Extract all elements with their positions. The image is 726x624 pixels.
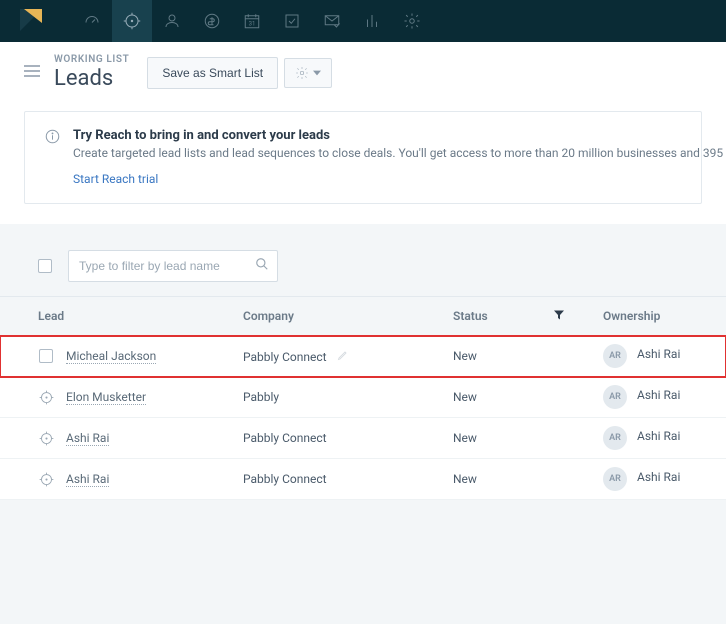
row-checkbox[interactable] xyxy=(38,348,54,364)
column-header-status-label: Status xyxy=(453,309,488,323)
table-row[interactable]: Ashi Rai Pabbly Connect New AR Ashi Rai xyxy=(0,418,726,459)
nav-calendar-icon[interactable]: 31 xyxy=(232,0,272,42)
chevron-down-icon xyxy=(313,69,321,77)
edit-pencil-icon[interactable] xyxy=(337,350,349,364)
nav-leads-icon[interactable] xyxy=(112,0,152,42)
lead-name-link[interactable]: Ashi Rai xyxy=(66,431,109,446)
lead-target-icon xyxy=(38,430,54,446)
owner-avatar: AR xyxy=(603,426,627,450)
table-row[interactable]: Micheal Jackson Pabbly Connect New AR Ashi R… xyxy=(0,336,726,377)
owner-name: Ashi Rai xyxy=(637,347,680,361)
filter-input-wrap xyxy=(68,250,278,282)
menu-toggle-icon[interactable] xyxy=(24,64,40,82)
status-cell: New xyxy=(445,336,595,377)
owner-avatar: AR xyxy=(603,344,627,368)
table-row[interactable]: Ashi Rai Pabbly Connect New AR Ashi Rai xyxy=(0,459,726,500)
column-header-ownership[interactable]: Ownership xyxy=(595,297,726,336)
column-header-company[interactable]: Company xyxy=(235,297,445,336)
owner-name: Ashi Rai xyxy=(637,470,680,484)
list-settings-dropdown[interactable] xyxy=(284,58,332,88)
company-cell: Pabbly Connect xyxy=(243,431,327,445)
column-header-lead[interactable]: Lead xyxy=(0,297,235,336)
page-header: WORKING LIST Leads Save as Smart List xyxy=(0,42,726,111)
info-icon xyxy=(45,129,60,148)
top-navigation: 31 xyxy=(0,0,726,42)
status-cell: New xyxy=(445,459,595,500)
promo-title: Try Reach to bring in and convert your l… xyxy=(73,128,681,143)
app-logo[interactable] xyxy=(20,9,44,33)
leads-table-region: Lead Company Status Ownership Micheal Ja… xyxy=(0,224,726,624)
gear-icon xyxy=(295,66,309,80)
search-icon xyxy=(255,257,269,275)
save-smart-list-button[interactable]: Save as Smart List xyxy=(147,57,278,89)
lead-name-link[interactable]: Micheal Jackson xyxy=(66,349,156,364)
lead-name-link[interactable]: Elon Musketter xyxy=(66,390,146,405)
owner-name: Ashi Rai xyxy=(637,388,680,402)
leads-table: Lead Company Status Ownership Micheal Ja… xyxy=(0,296,726,500)
nav-dashboard-icon[interactable] xyxy=(72,0,112,42)
company-cell: Pabbly xyxy=(243,390,279,404)
lead-target-icon xyxy=(38,389,54,405)
lead-target-icon xyxy=(38,471,54,487)
nav-deals-icon[interactable] xyxy=(192,0,232,42)
status-cell: New xyxy=(445,377,595,418)
nav-email-icon[interactable] xyxy=(312,0,352,42)
reach-promo-banner: Try Reach to bring in and convert your l… xyxy=(24,111,702,204)
status-cell: New xyxy=(445,418,595,459)
owner-avatar: AR xyxy=(603,467,627,491)
table-row[interactable]: Elon Musketter Pabbly New AR Ashi Rai xyxy=(0,377,726,418)
company-cell: Pabbly Connect xyxy=(243,472,327,486)
lead-name-link[interactable]: Ashi Rai xyxy=(66,472,109,487)
page-title: Leads xyxy=(54,66,129,91)
nav-tasks-icon[interactable] xyxy=(272,0,312,42)
nav-settings-icon[interactable] xyxy=(392,0,432,42)
lead-filter-input[interactable] xyxy=(69,259,277,273)
column-header-status[interactable]: Status xyxy=(445,297,595,336)
company-cell: Pabbly Connect xyxy=(243,350,327,364)
owner-avatar: AR xyxy=(603,385,627,409)
nav-reports-icon[interactable] xyxy=(352,0,392,42)
filter-funnel-icon[interactable] xyxy=(553,309,565,324)
promo-text: Create targeted lead lists and lead sequ… xyxy=(73,146,681,160)
owner-name: Ashi Rai xyxy=(637,429,680,443)
nav-contacts-icon[interactable] xyxy=(152,0,192,42)
page-overline: WORKING LIST xyxy=(54,54,129,65)
svg-text:31: 31 xyxy=(249,21,256,28)
start-reach-trial-link[interactable]: Start Reach trial xyxy=(73,172,158,186)
select-all-checkbox[interactable] xyxy=(38,259,52,273)
